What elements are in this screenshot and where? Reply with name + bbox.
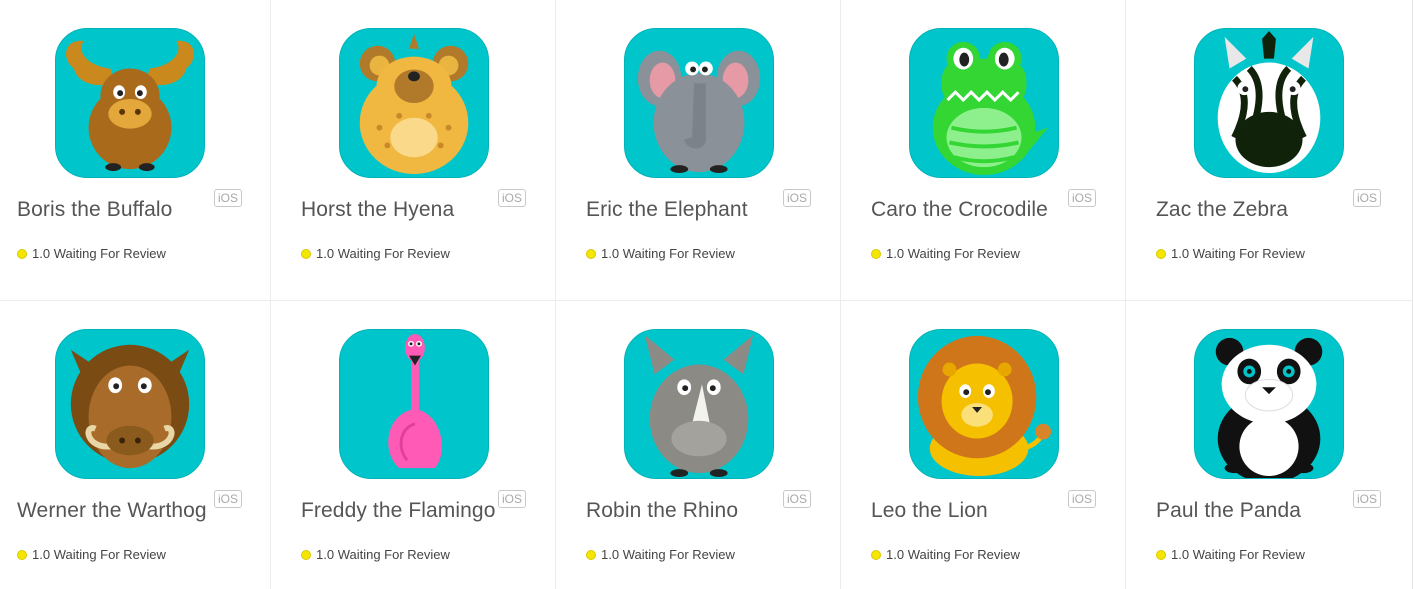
app-version: 1.0 [886, 246, 905, 261]
app-card[interactable]: Zac the Zebra iOS 1.0 Waiting For Review [1126, 0, 1413, 301]
status-line: 1.0 Waiting For Review [17, 246, 166, 261]
rhino-icon[interactable] [624, 329, 774, 479]
app-name[interactable]: Zac the Zebra [1156, 198, 1288, 222]
app-card[interactable]: Freddy the Flamingo iOS 1.0 Waiting For … [271, 301, 556, 589]
app-card[interactable]: Werner the Warthog iOS 1.0 Waiting For R… [0, 301, 271, 589]
app-name[interactable]: Leo the Lion [871, 499, 988, 523]
platform-badge: iOS [783, 490, 812, 508]
status-line: 1.0 Waiting For Review [301, 547, 450, 562]
status-line: 1.0 Waiting For Review [871, 246, 1020, 261]
app-name[interactable]: Freddy the Flamingo [301, 499, 496, 523]
platform-badge: iOS [498, 490, 527, 508]
status-dot-icon [1156, 248, 1166, 259]
status-dot-icon [301, 248, 311, 259]
app-status: Waiting For Review [53, 246, 166, 261]
app-status: Waiting For Review [1192, 246, 1305, 261]
status-dot-icon [17, 248, 27, 259]
app-version: 1.0 [316, 547, 335, 562]
app-version: 1.0 [601, 547, 620, 562]
platform-badge: iOS [498, 189, 527, 207]
platform-badge: iOS [214, 490, 243, 508]
app-status: Waiting For Review [907, 246, 1020, 261]
status-line: 1.0 Waiting For Review [1156, 547, 1305, 562]
status-line: 1.0 Waiting For Review [1156, 246, 1305, 261]
app-name[interactable]: Robin the Rhino [586, 499, 738, 523]
status-line: 1.0 Waiting For Review [586, 246, 735, 261]
status-dot-icon [871, 248, 881, 259]
app-name[interactable]: Caro the Crocodile [871, 198, 1048, 222]
app-status: Waiting For Review [1192, 547, 1305, 562]
status-line: 1.0 Waiting For Review [871, 547, 1020, 562]
platform-badge: iOS [1353, 490, 1382, 508]
app-status: Waiting For Review [622, 547, 735, 562]
flamingo-icon[interactable] [339, 329, 489, 479]
app-status: Waiting For Review [337, 246, 450, 261]
platform-badge: iOS [1353, 189, 1382, 207]
app-card[interactable]: Horst the Hyena iOS 1.0 Waiting For Revi… [271, 0, 556, 301]
app-status: Waiting For Review [907, 547, 1020, 562]
app-name[interactable]: Horst the Hyena [301, 198, 454, 222]
elephant-icon[interactable] [624, 28, 774, 178]
warthog-icon[interactable] [55, 329, 205, 479]
status-line: 1.0 Waiting For Review [586, 547, 735, 562]
app-status: Waiting For Review [53, 547, 166, 562]
status-dot-icon [1156, 549, 1166, 560]
panda-icon[interactable] [1194, 329, 1344, 479]
platform-badge: iOS [1068, 189, 1097, 207]
app-version: 1.0 [601, 246, 620, 261]
status-line: 1.0 Waiting For Review [301, 246, 450, 261]
status-line: 1.0 Waiting For Review [17, 547, 166, 562]
app-card[interactable]: Leo the Lion iOS 1.0 Waiting For Review [841, 301, 1126, 589]
app-version: 1.0 [1171, 547, 1190, 562]
app-card[interactable]: Paul the Panda iOS 1.0 Waiting For Revie… [1126, 301, 1413, 589]
platform-badge: iOS [214, 189, 243, 207]
app-name[interactable]: Werner the Warthog [17, 499, 207, 523]
app-status: Waiting For Review [622, 246, 735, 261]
app-card[interactable]: Caro the Crocodile iOS 1.0 Waiting For R… [841, 0, 1126, 301]
zebra-icon[interactable] [1194, 28, 1344, 178]
buffalo-icon[interactable] [55, 28, 205, 178]
app-version: 1.0 [886, 547, 905, 562]
status-dot-icon [586, 549, 596, 560]
app-card[interactable]: Eric the Elephant iOS 1.0 Waiting For Re… [556, 0, 841, 301]
lion-icon[interactable] [909, 329, 1059, 479]
status-dot-icon [871, 549, 881, 560]
platform-badge: iOS [1068, 490, 1097, 508]
platform-badge: iOS [783, 189, 812, 207]
app-version: 1.0 [32, 547, 51, 562]
status-dot-icon [17, 549, 27, 560]
app-version: 1.0 [1171, 246, 1190, 261]
app-grid: Boris the Buffalo iOS 1.0 Waiting For Re… [0, 0, 1413, 589]
app-card[interactable]: Boris the Buffalo iOS 1.0 Waiting For Re… [0, 0, 271, 301]
status-dot-icon [301, 549, 311, 560]
app-name[interactable]: Paul the Panda [1156, 499, 1301, 523]
app-version: 1.0 [316, 246, 335, 261]
app-name[interactable]: Eric the Elephant [586, 198, 748, 222]
app-card[interactable]: Robin the Rhino iOS 1.0 Waiting For Revi… [556, 301, 841, 589]
status-dot-icon [586, 248, 596, 259]
app-version: 1.0 [32, 246, 51, 261]
app-name[interactable]: Boris the Buffalo [17, 198, 172, 222]
crocodile-icon[interactable] [909, 28, 1059, 178]
hyena-icon[interactable] [339, 28, 489, 178]
app-status: Waiting For Review [337, 547, 450, 562]
